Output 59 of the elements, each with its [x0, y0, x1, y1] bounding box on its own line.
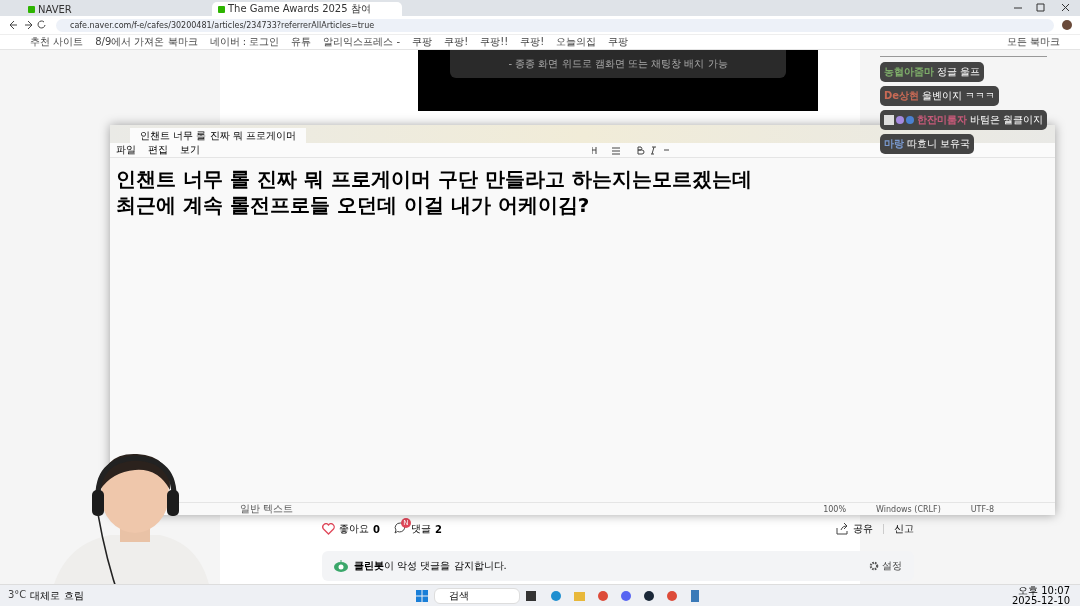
site-icon	[218, 5, 225, 13]
bookmark-link[interactable]: 오늘의집	[556, 35, 597, 49]
browser-tab[interactable]: The Game Awards 2025 참여	[212, 2, 402, 16]
note-text: 인챈트 너무 롤 진짜 뭐 프로게이머 구단 만들라고 하는지는모르겠는데	[116, 166, 753, 192]
status-item: UTF-8	[970, 504, 995, 514]
taskbar-search-field[interactable]: 검색	[434, 587, 520, 604]
status-item: Windows (CRLF)	[876, 504, 941, 514]
site-icon	[28, 5, 35, 13]
settings-link[interactable]: 설정	[869, 559, 902, 573]
comment-label[interactable]: 댓글	[410, 522, 431, 536]
bookmark-link[interactable]: 네이버 : 로그인	[209, 35, 280, 49]
bookmark-link[interactable]: 8/9에서 가져온 북마크	[95, 35, 198, 49]
chat-username: 한잔미룸자	[917, 113, 967, 127]
note-text: 최근에 계속 롤전프로들 오던데 이걸 내가 어케이김?	[116, 192, 591, 218]
bookmark-link[interactable]: 쿠팡	[608, 35, 629, 49]
bookmark-link[interactable]: 쿠팡!	[444, 35, 469, 49]
status-item: 일반 텍스트	[240, 502, 294, 516]
bookmark-link[interactable]: 알리익스프레스 -	[323, 35, 401, 49]
notepad-tab[interactable]: 인챈트 너무 롤 진짜 뭐 프로게이머	[130, 128, 306, 143]
status-item: 100%	[823, 504, 847, 514]
chat-username: De상현	[884, 89, 920, 103]
menu-item[interactable]: 보기	[180, 143, 200, 157]
comment-icon[interactable]	[393, 522, 407, 534]
bookmark-link[interactable]: 쿠팡	[412, 35, 433, 49]
clock-date[interactable]: 2025-12-10	[1011, 595, 1070, 606]
chat-text: 정글 울프	[937, 65, 981, 79]
chat-text: 따효니 보유국	[907, 137, 971, 151]
temperature-text[interactable]: 3°C	[8, 588, 27, 603]
bookmark-link[interactable]: 쿠팡!!	[480, 35, 509, 49]
menu-item[interactable]: 파일	[116, 143, 136, 157]
share-icon[interactable]	[836, 523, 849, 535]
chat-text: 울볜이지 ㅋㅋㅋ	[922, 89, 996, 103]
profile-icon[interactable]	[1062, 20, 1072, 30]
chat-text: 바텀은 월클이지	[970, 113, 1044, 127]
heart-icon[interactable]	[322, 523, 335, 535]
comment-count: 2	[434, 523, 442, 535]
formatting-toolbar-icon[interactable]	[592, 145, 672, 155]
bookmark-link[interactable]: 유튜	[291, 35, 312, 49]
bookmark-link[interactable]: 추천 사이트	[30, 35, 84, 49]
clock-time[interactable]: 오후 10:07	[1018, 585, 1070, 596]
address-field[interactable]: cafe.naver.com/f-e/cafes/30200481/articles/234733?referrerAllArticles=true	[56, 18, 1054, 32]
menu-item[interactable]: 편집	[148, 143, 168, 157]
settings-icon[interactable]	[869, 561, 879, 571]
like-label[interactable]: 좋아요	[339, 522, 369, 536]
like-count: 0	[373, 523, 380, 535]
window-controls-icon[interactable]	[1012, 3, 1072, 13]
chat-username: 마랑	[884, 137, 904, 151]
report-link[interactable]: 신고	[894, 522, 914, 536]
bookmark-link[interactable]: 쿠팡!	[520, 35, 545, 49]
cleanbot-text: 클린봇이 악성 댓글을 감지합니다.	[354, 559, 507, 573]
share-link[interactable]: 공유	[853, 522, 873, 536]
navigation-icon[interactable]	[8, 20, 48, 30]
chat-username: 농협아줌마	[884, 65, 934, 79]
video-caption: - 종종 화면 위드로 캠화면 또는 채팅창 배치 가능	[450, 50, 786, 78]
robot-icon	[334, 560, 348, 572]
browser-tab[interactable]: NAVER	[22, 2, 212, 16]
weather-text[interactable]: 대체로 흐림	[30, 588, 84, 603]
bookmark-folder[interactable]: 모든 북마크	[1006, 35, 1060, 49]
windows-start-icon[interactable]	[416, 589, 428, 602]
